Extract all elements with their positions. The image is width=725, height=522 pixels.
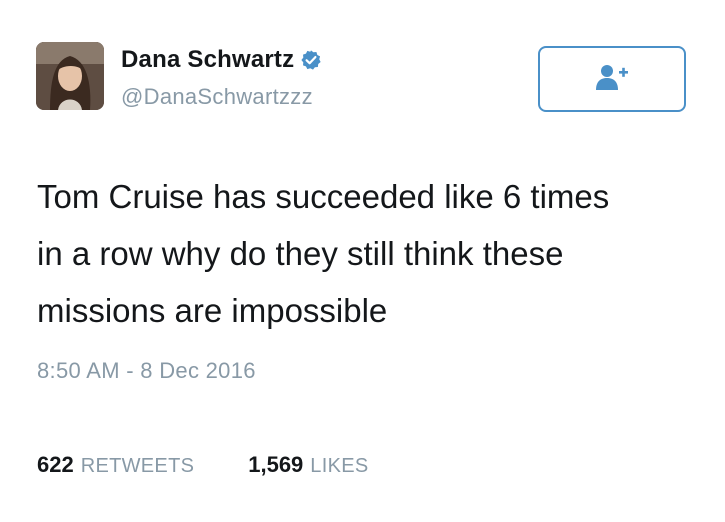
name-row: Dana Schwartz (121, 46, 322, 74)
add-user-icon (595, 62, 629, 97)
retweets-label: RETWEETS (80, 455, 195, 477)
avatar[interactable] (36, 42, 104, 110)
likes-stat[interactable]: 1,569 LIKES (248, 452, 368, 478)
likes-count: 1,569 (248, 452, 304, 477)
user-handle[interactable]: @DanaSchwartzzz (121, 84, 313, 110)
verified-badge-icon (300, 49, 322, 71)
display-name[interactable]: Dana Schwartz (121, 46, 294, 74)
tweet-timestamp[interactable]: 8:50 AM - 8 Dec 2016 (37, 358, 256, 384)
retweets-stat[interactable]: 622 RETWEETS (37, 452, 194, 478)
retweets-count: 622 (37, 452, 74, 477)
tweet-stats: 622 RETWEETS 1,569 LIKES (37, 452, 369, 478)
likes-label: LIKES (310, 455, 369, 477)
follow-button[interactable] (538, 46, 686, 112)
tweet-text: Tom Cruise has succeeded like 6 times in… (37, 178, 610, 329)
tweet-card: Dana Schwartz @DanaSchwartzzz Tom Cruise… (0, 0, 725, 522)
